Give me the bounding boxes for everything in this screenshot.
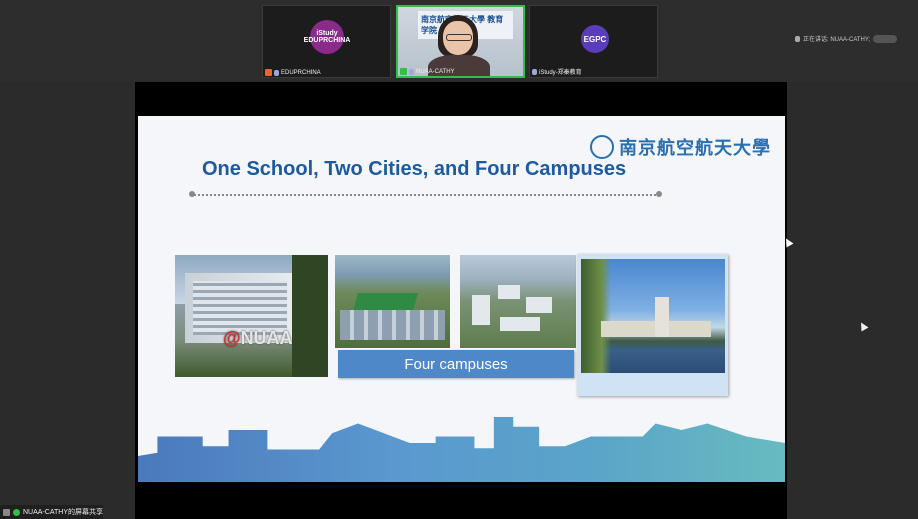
mic-icon	[409, 68, 414, 75]
mic-icon	[795, 35, 800, 42]
mouse-pointer-icon	[857, 320, 869, 332]
university-logo: 南京航空航天大學	[590, 134, 771, 160]
divider-dot-right	[656, 191, 662, 197]
buildings	[340, 310, 445, 340]
participant-name: NUAA-CATHY	[400, 68, 455, 75]
participant-name: EDUPRCHINA	[265, 69, 321, 76]
campus-photo-4	[581, 259, 725, 373]
blurred-avatars	[873, 34, 898, 43]
tower-building	[655, 297, 669, 337]
willow-tree	[581, 259, 611, 373]
mic-icon	[13, 508, 20, 516]
istudy-logo: iStudy EDUPRCHINA	[304, 20, 350, 54]
skyline-decoration	[138, 417, 785, 482]
shared-slide: 南京航空航天大學 One School, Two Cities, and Fou…	[138, 116, 785, 482]
mic-icon	[532, 68, 537, 75]
title-divider	[190, 194, 660, 196]
speaking-indicator-icon	[400, 68, 407, 75]
caption-box: Four campuses	[338, 350, 574, 378]
egpc-logo: EGPC	[581, 25, 609, 53]
speaking-indicator: 正在讲话: NUAA-CATHY;	[795, 34, 898, 43]
participant-tile-istudy[interactable]: EGPC iStudy-郑秦教育	[529, 5, 658, 78]
slide-title: One School, Two Cities, and Four Campuse…	[202, 158, 627, 180]
campus-photo-1: @NUAA	[175, 255, 328, 377]
participant-name: iStudy-郑秦教育	[532, 67, 582, 76]
campus-photo-2	[335, 255, 450, 348]
tree	[292, 255, 328, 377]
host-badge-icon	[265, 69, 272, 76]
mic-icon	[274, 69, 279, 76]
nuaa-sign: @NUAA	[223, 328, 293, 348]
campus-photo-3	[460, 255, 576, 348]
glasses	[446, 34, 472, 41]
share-status-bar[interactable]: NUAA-CATHY的屏幕共享	[0, 505, 103, 519]
participant-tile-edu[interactable]: iStudy EDUPRCHINA EDUPRCHINA	[262, 5, 391, 78]
participant-tile-nuaa-cathy[interactable]: 南京航空航天大學 教育学院 NUAA-CATHY	[396, 5, 525, 78]
screen-share-icon	[3, 508, 10, 516]
video-strip: iStudy EDUPRCHINA EDUPRCHINA 南京航空航天大學 教育…	[0, 0, 918, 82]
university-seal-icon	[590, 135, 614, 159]
